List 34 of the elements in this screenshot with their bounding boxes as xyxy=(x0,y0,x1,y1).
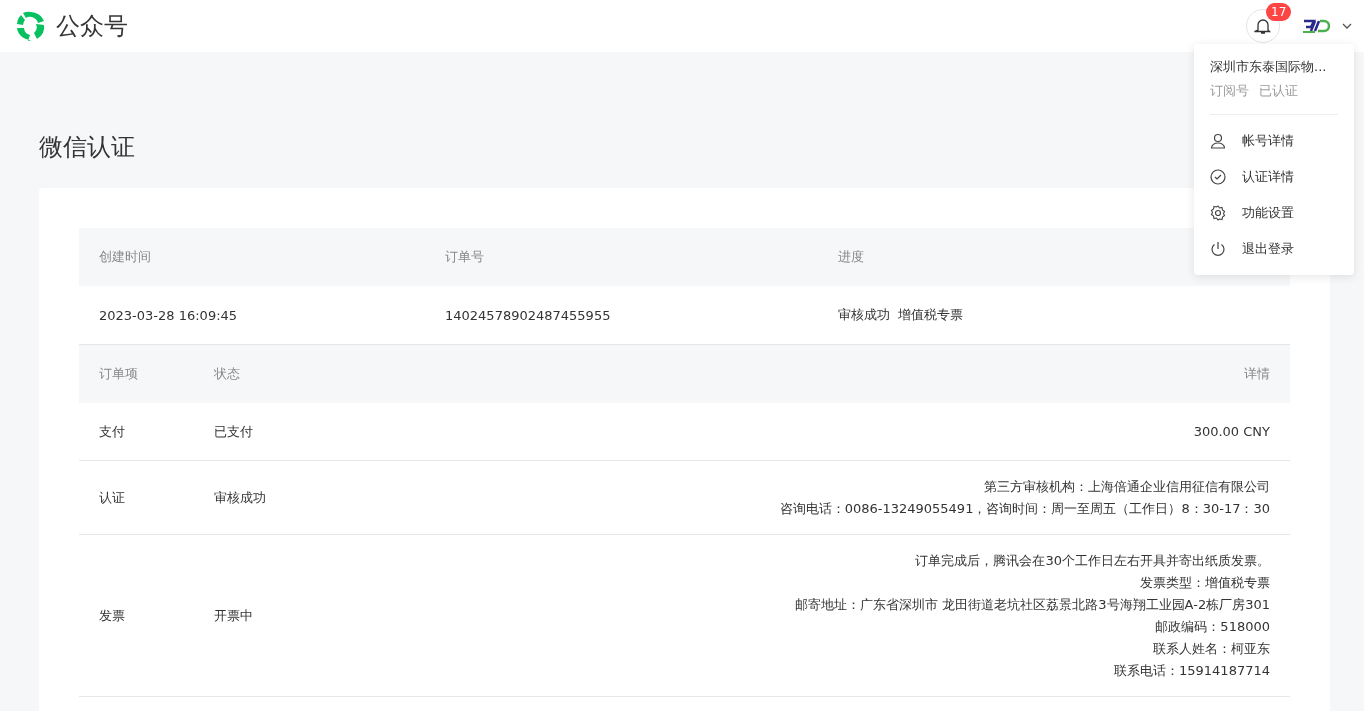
column-header: 订单项 xyxy=(99,365,138,383)
table-cell: 支付 xyxy=(99,422,125,441)
verification-status: 已认证 xyxy=(1259,82,1298,100)
menu-item[interactable]: 功能设置 xyxy=(1210,195,1338,231)
notification-count: 17 xyxy=(1266,3,1292,21)
detail-text: 邮寄地址：广东省深圳市 龙田街道老坑社区荔景北路3号海翔工业园A-2栋厂房301 xyxy=(795,596,1270,614)
table-cell: 发票 xyxy=(99,606,125,625)
table-cell: 14024578902487455955 xyxy=(445,307,611,323)
detail-text: 联系人姓名：柯亚东 xyxy=(1153,640,1270,658)
page-title: 微信认证 xyxy=(39,132,135,162)
column-header: 订单号 xyxy=(445,248,484,266)
menu-item[interactable]: 帐号详情 xyxy=(1210,123,1338,159)
table-cell: 开票中 xyxy=(214,606,253,625)
menu-item[interactable]: 退出登录 xyxy=(1210,231,1338,267)
table-cell: 审核成功 xyxy=(214,488,266,507)
detail-text: 邮政编码：518000 xyxy=(1155,618,1270,636)
brand-name: 公众号 xyxy=(56,11,128,42)
detail-text: 发票类型：增值税专票 xyxy=(1140,574,1270,592)
column-header: 详情 xyxy=(1244,365,1270,383)
account-name: 深圳市东泰国际物... xyxy=(1210,58,1328,76)
detail-text: 订单完成后，腾讯会在30个工作日左右开具并寄出纸质发票。 xyxy=(915,552,1270,570)
detail-text: 第三方审核机构：上海倍通企业信用征信有限公司 xyxy=(984,478,1270,496)
detail-text: 300.00 CNY xyxy=(1193,423,1270,441)
column-header: 状态 xyxy=(214,365,240,383)
column-header: 进度 xyxy=(838,248,864,266)
account-type: 订阅号 xyxy=(1210,82,1249,100)
detail-text: 联系电话：15914187714 xyxy=(1114,662,1270,680)
table-cell: 认证 xyxy=(99,488,125,507)
detail-text: 咨询电话：0086-13249055491，咨询时间：周一至周五（工作日）8：30-17：30 xyxy=(779,500,1270,518)
column-header: 创建时间 xyxy=(99,248,151,266)
table-cell: 审核成功 增值税专票 xyxy=(838,306,964,324)
menu-item[interactable]: 认证详情 xyxy=(1210,159,1338,195)
table-cell: 已支付 xyxy=(214,422,253,441)
table-cell: 2023-03-28 16:09:45 xyxy=(99,307,238,323)
